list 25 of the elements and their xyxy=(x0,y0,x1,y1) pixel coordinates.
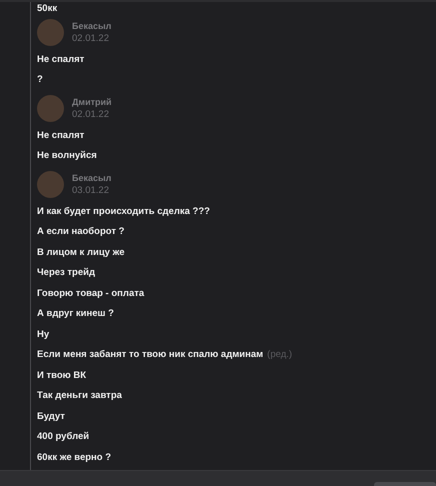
message-text: Не спалят xyxy=(37,54,84,65)
message-date: 02.01.22 xyxy=(72,109,110,120)
message-text: Если меня забанят то твою ник спалю админам xyxy=(37,349,264,360)
message-text: И как будет происходить сделка ??? xyxy=(37,206,210,217)
message-text: Будут xyxy=(37,410,65,422)
message-text: Так деньги завтра xyxy=(37,390,122,402)
author-name: Дмитрий xyxy=(72,97,112,107)
message-date: 03.01.22 xyxy=(72,185,110,196)
message-text: А если наоборот ? xyxy=(37,226,124,238)
message-text: И твою ВК xyxy=(37,370,86,381)
message-text: Не спалят xyxy=(37,130,84,141)
message-text: Ну xyxy=(37,328,50,340)
message-text: Говорю товар - оплата xyxy=(37,288,144,299)
message-text: А вдруг кинеш ? xyxy=(37,308,114,320)
message-date: 02.01.22 xyxy=(72,33,110,44)
message-text: В лицом к лицу же xyxy=(37,246,124,258)
author-name: Бекасыл xyxy=(72,21,112,31)
message-text: 400 рублей xyxy=(37,431,90,442)
edited-label: (ред.) xyxy=(267,349,292,360)
message-text: ? xyxy=(37,74,43,86)
message-text: 60кк же верно ? xyxy=(37,452,112,463)
message-text: Не волнуйся xyxy=(37,150,97,162)
message-text: 50кк xyxy=(37,2,58,14)
author-name: Бекасыл xyxy=(72,173,112,183)
message-text: Через трейд xyxy=(37,267,96,278)
